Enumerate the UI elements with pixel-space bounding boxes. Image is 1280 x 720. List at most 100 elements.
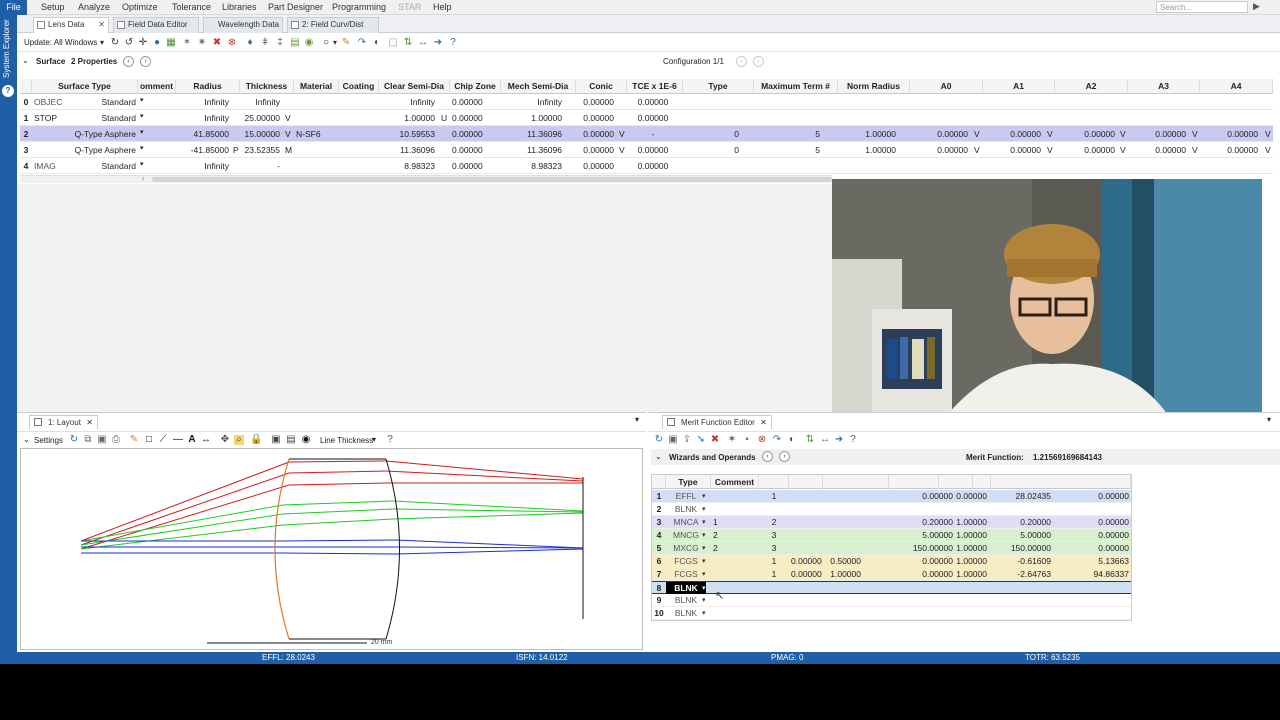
merit-cell-v3[interactable]: 150.00000: [991, 542, 1053, 555]
merit-cell-v4[interactable]: [1059, 607, 1131, 620]
wand-remove-icon[interactable]: ✷: [197, 38, 207, 48]
line-icon[interactable]: ⟋: [158, 435, 168, 445]
chevron-down-icon[interactable]: ▾: [702, 609, 706, 617]
merit-cell-type[interactable]: MNCG: [666, 529, 706, 542]
lens-cell-a0[interactable]: [910, 158, 970, 174]
toggle-icon[interactable]: ◐: [372, 38, 382, 48]
refresh-icon[interactable]: ↻: [654, 435, 664, 445]
merit-cell-c1[interactable]: [711, 555, 731, 568]
tab-layout[interactable]: 1: Layout ✕: [29, 415, 98, 429]
chevron-down-icon[interactable]: ▾: [372, 435, 376, 444]
lens-cell-num[interactable]: 3: [20, 142, 32, 158]
merit-cell-v3[interactable]: 5.00000: [991, 529, 1053, 542]
solve-flag[interactable]: U: [439, 110, 449, 126]
merit-cell-c4[interactable]: [823, 529, 863, 542]
merit-cell-c4[interactable]: [823, 503, 863, 516]
delete-icon[interactable]: ✖: [212, 38, 222, 48]
lens-cell-radius[interactable]: Infinity: [176, 158, 231, 174]
next-operand-button[interactable]: ›: [779, 451, 790, 462]
lens-cell-a2[interactable]: 0.00000: [1055, 142, 1117, 158]
menu-star[interactable]: STAR: [398, 0, 421, 15]
lens-cell-mech[interactable]: 1.00000: [501, 110, 564, 126]
chevron-down-icon[interactable]: ▾: [702, 570, 706, 578]
merit-cell-v4[interactable]: 5.13663: [1059, 555, 1131, 568]
lens-cell-norm[interactable]: 1.00000: [838, 142, 898, 158]
merit-cell-c2[interactable]: 1: [759, 568, 789, 581]
header-coating[interactable]: Coating: [339, 79, 379, 94]
lens-cell-a4[interactable]: 0.00000: [1200, 126, 1260, 142]
update-dropdown[interactable]: Update: All Windows: [24, 38, 97, 47]
sync-icon[interactable]: ⇅: [403, 38, 413, 48]
collapse-chevron-icon[interactable]: ⌄: [655, 452, 662, 461]
lens-icon[interactable]: ♦: [245, 38, 255, 48]
lens-cell-comment[interactable]: [138, 142, 176, 158]
menu-libraries[interactable]: Libraries: [222, 0, 257, 15]
scrollbar-thumb[interactable]: [152, 177, 832, 182]
rectangle-icon[interactable]: □: [144, 435, 154, 445]
help-icon[interactable]: ?: [448, 38, 458, 48]
merit-cell-c3[interactable]: 0.00000: [789, 555, 823, 568]
lens-cell-qtype[interactable]: 0: [683, 142, 741, 158]
lens-cell-qtype[interactable]: 0: [683, 126, 741, 142]
lock-icon[interactable]: 🔒: [250, 435, 262, 445]
merit-cell-type[interactable]: FCGS: [666, 568, 706, 581]
merit-cell-c2[interactable]: 1: [759, 490, 789, 503]
close-icon[interactable]: ✕: [86, 416, 93, 429]
merit-cell-c2[interactable]: [759, 594, 789, 607]
merit-cell-c4[interactable]: [823, 490, 863, 503]
merit-cell-v2[interactable]: 1.00000: [939, 542, 989, 555]
lens-cell-num[interactable]: 1: [20, 110, 32, 126]
wand-icon[interactable]: ✶: [182, 38, 192, 48]
merit-row[interactable]: 4 MNCG 2 3 5.00000 1.00000 5.00000 0.00000 ▾: [652, 529, 1131, 542]
merit-cell-c1[interactable]: [711, 568, 731, 581]
prev-operand-button[interactable]: ‹: [762, 451, 773, 462]
lens-cell-a1[interactable]: [983, 94, 1043, 110]
lens-cell-clear[interactable]: Infinity: [379, 94, 437, 110]
merit-cell-c3[interactable]: [789, 607, 823, 620]
redo-icon[interactable]: ↷: [357, 38, 367, 48]
arrow-icon[interactable]: ➘: [696, 435, 706, 445]
menu-programming[interactable]: Programming: [332, 0, 386, 15]
header-tce[interactable]: TCE x 1E-6: [627, 79, 683, 94]
variable-flag[interactable]: V: [1263, 126, 1273, 142]
lens-cell-material[interactable]: [294, 158, 339, 174]
scroll-left-icon[interactable]: ‹: [142, 174, 145, 183]
lens-cell-clear[interactable]: 8.98323: [379, 158, 437, 174]
menu-tolerance[interactable]: Tolerance: [172, 0, 211, 15]
lens-cell-radius[interactable]: 41.85000: [176, 126, 231, 142]
lens-cell-a2[interactable]: [1055, 110, 1117, 126]
lens-cell-tce[interactable]: -: [627, 126, 679, 142]
lens-cell-coating[interactable]: [339, 94, 379, 110]
merit-cell-c4[interactable]: [823, 516, 863, 529]
lens-cell-conic[interactable]: 0.00000: [576, 158, 616, 174]
header-a3[interactable]: A3: [1128, 79, 1200, 94]
delete-icon[interactable]: ✖: [710, 435, 720, 445]
menu-optimize[interactable]: Optimize: [122, 0, 158, 15]
lens-cell-chip[interactable]: 0.00000: [450, 110, 490, 126]
play-icon[interactable]: ▶: [1253, 1, 1260, 12]
merit-cell-v4[interactable]: 0.00000: [1059, 542, 1131, 555]
merit-cell-v2[interactable]: [939, 594, 989, 607]
lens-cell-norm[interactable]: 1.00000: [838, 126, 898, 142]
lens-cell-maxterm[interactable]: [754, 110, 822, 126]
header-type[interactable]: Type: [683, 79, 754, 94]
prev-surface-button[interactable]: ‹: [123, 56, 134, 67]
lens-cell-norm[interactable]: [838, 110, 898, 126]
lens-cell-chip[interactable]: 0.00000: [450, 158, 490, 174]
merit-cell-c3[interactable]: [789, 503, 823, 516]
merit-cell-c2[interactable]: 2: [759, 516, 789, 529]
merit-cell-v2[interactable]: [939, 503, 989, 516]
lens-cell-clear[interactable]: 11.36096: [379, 142, 437, 158]
merit-cell-c4[interactable]: [823, 594, 863, 607]
merit-cell-c1[interactable]: [711, 503, 731, 516]
delete-all-icon[interactable]: ⊗: [227, 38, 237, 48]
header-comment[interactable]: omment: [138, 79, 176, 94]
lens-cell-a3[interactable]: 0.00000: [1128, 126, 1188, 142]
header-a2[interactable]: A2: [1055, 79, 1128, 94]
layout-plot[interactable]: 20 mm: [20, 448, 643, 650]
merit-cell-c2[interactable]: 3: [759, 529, 789, 542]
arrows-icon[interactable]: ↔: [820, 435, 830, 445]
lens-cell-mech[interactable]: 8.98323: [501, 158, 564, 174]
header-radius[interactable]: Radius: [176, 79, 240, 94]
header-a1[interactable]: A1: [983, 79, 1055, 94]
